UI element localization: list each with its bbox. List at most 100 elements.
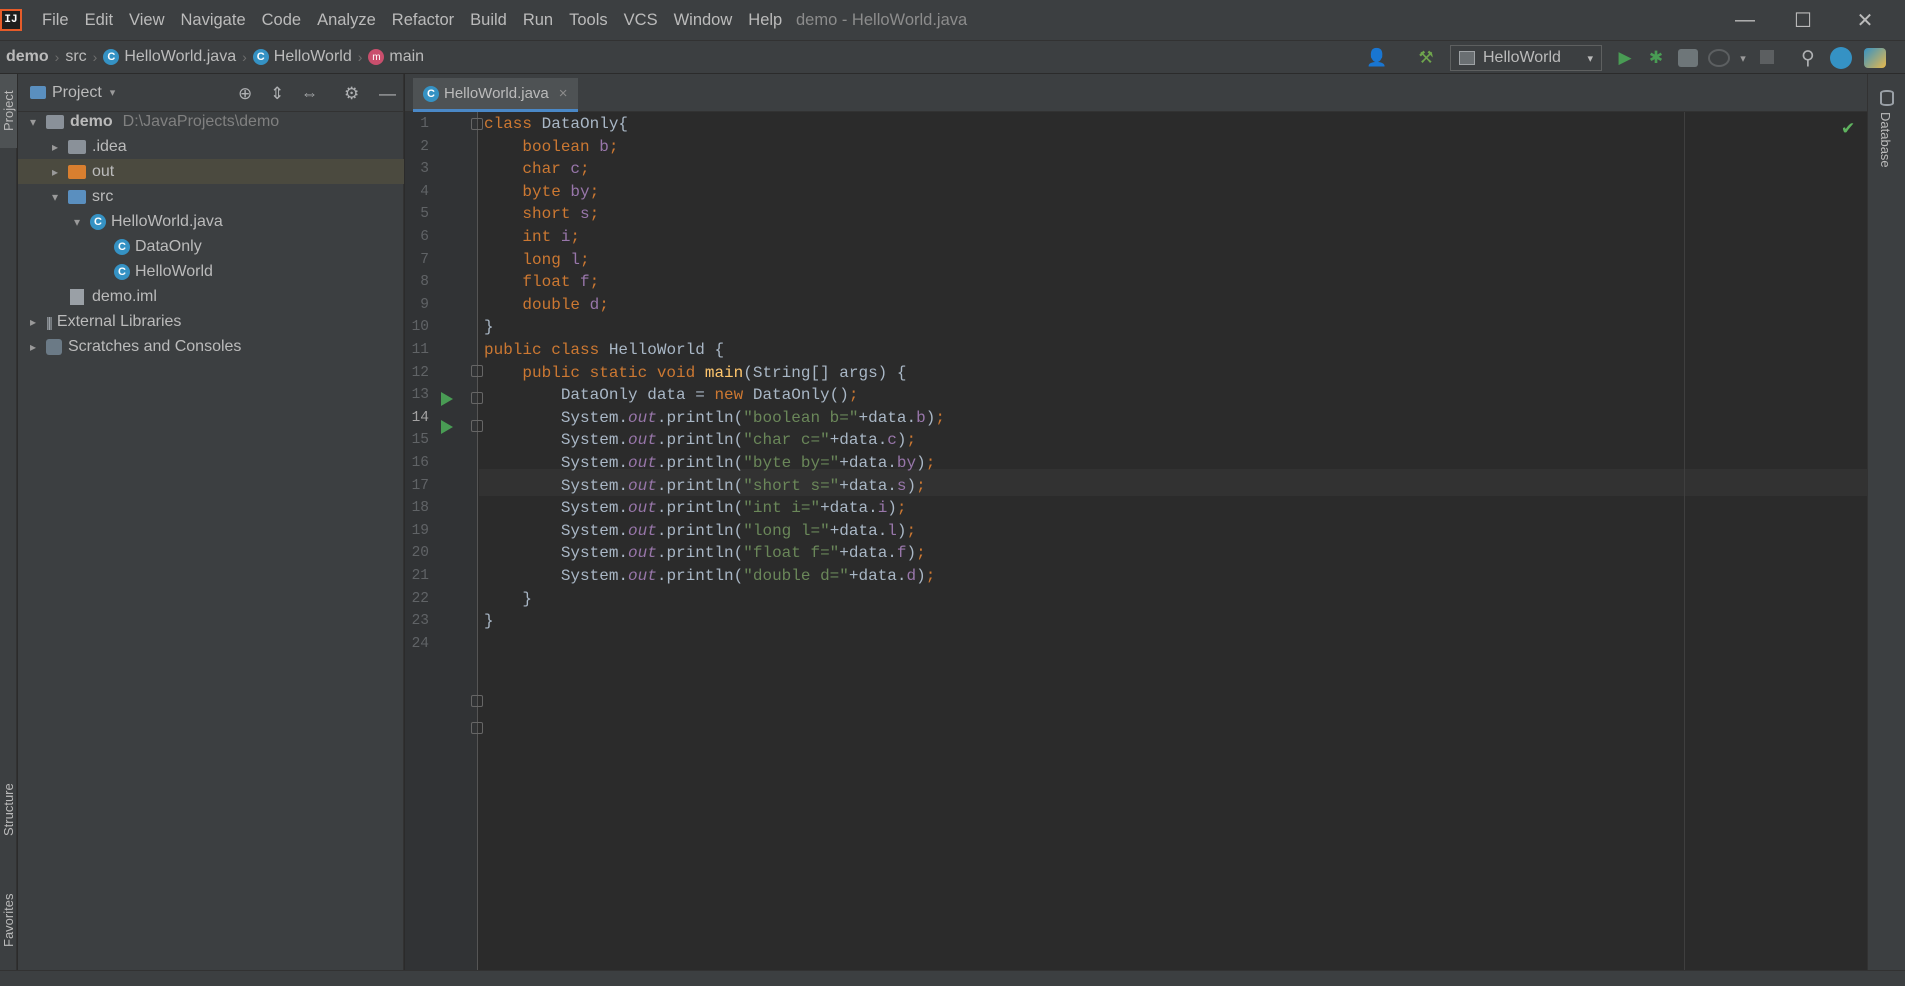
code-token: +data. (829, 521, 888, 540)
menu-tools[interactable]: Tools (561, 0, 616, 40)
maximize-button[interactable]: ☐ (1774, 0, 1832, 40)
chevron-down-icon[interactable]: ▾ (110, 86, 116, 99)
chevron-down-icon[interactable]: ▾ (26, 115, 40, 129)
code-token: i (877, 499, 888, 518)
fold-marker-icon[interactable] (471, 420, 483, 432)
code-token: b (599, 137, 609, 156)
coverage-icon[interactable] (1678, 49, 1698, 67)
code-token: System. (484, 499, 629, 518)
line-number: 7 (420, 251, 429, 268)
menu-navigate[interactable]: Navigate (173, 0, 254, 40)
line-number: 19 (411, 522, 429, 539)
debug-icon[interactable]: ✱ (1645, 48, 1667, 68)
line-number: 10 (411, 319, 429, 336)
run-configuration-select[interactable]: HelloWorld ▾ (1450, 45, 1602, 71)
chevron-right-icon[interactable]: ▸ (48, 165, 62, 179)
code-token: System. (484, 544, 629, 563)
code-token: "float f=" (743, 544, 840, 563)
tree-item-demo[interactable]: ▾ demo D:\JavaProjects\demo (18, 109, 404, 134)
code-token: b (916, 408, 926, 427)
breadcrumb-file[interactable]: HelloWorld.java (124, 48, 236, 66)
code-token: "short s=" (743, 476, 840, 495)
menu-code[interactable]: Code (254, 0, 309, 40)
code-token: byte (484, 182, 571, 201)
tool-window-tab-favorites[interactable]: Favorites (0, 880, 17, 960)
fold-marker-icon[interactable] (471, 392, 483, 404)
menu-analyze[interactable]: Analyze (309, 0, 384, 40)
line-number: 1 (420, 116, 429, 132)
tree-item-scratches[interactable]: ▸ Scratches and Consoles (18, 334, 404, 359)
build-hammer-icon[interactable]: ⚒ (1415, 48, 1437, 68)
tool-window-tab-project[interactable]: Project (0, 74, 17, 148)
code-token: ; (580, 250, 590, 269)
chevron-down-icon[interactable]: ▾ (48, 190, 62, 204)
inspection-ok-icon[interactable]: ✔ (1841, 119, 1855, 139)
tree-item-helloworld-java[interactable]: ▾ C HelloWorld.java (18, 209, 404, 234)
minimize-button[interactable]: — (1716, 0, 1774, 40)
expand-all-icon[interactable]: ⇕ (270, 84, 284, 104)
tool-window-tab-structure[interactable]: Structure (0, 770, 17, 850)
code-token: } (484, 589, 533, 608)
stop-icon (1760, 50, 1774, 64)
menu-view[interactable]: View (121, 0, 172, 40)
fold-marker-icon[interactable] (471, 695, 483, 707)
chevron-right-icon[interactable]: ▸ (48, 140, 62, 154)
editor-tab-helloworld-java[interactable]: C HelloWorld.java × (413, 78, 578, 112)
profile-icon (1708, 49, 1730, 67)
fold-marker-icon[interactable] (471, 118, 483, 130)
menu-help[interactable]: Help (740, 0, 790, 40)
menu-edit[interactable]: Edit (77, 0, 121, 40)
code-token: ) (896, 431, 907, 450)
tree-item-demo-iml[interactable]: demo.iml (18, 284, 404, 309)
gear-icon[interactable]: ⚙ (344, 84, 359, 104)
fold-marker-icon[interactable] (471, 722, 483, 734)
menu-window[interactable]: Window (666, 0, 741, 40)
toolbox-icon[interactable] (1864, 48, 1886, 68)
code-token: +data. (829, 431, 888, 450)
menu-vcs[interactable]: VCS (616, 0, 666, 40)
close-window-button[interactable]: ✕ (1836, 0, 1894, 40)
right-margin-guide (1684, 112, 1685, 970)
code-token: boolean (484, 137, 600, 156)
fold-marker-icon[interactable] (471, 365, 483, 377)
menu-run[interactable]: Run (515, 0, 561, 40)
run-gutter-icon[interactable] (441, 420, 453, 434)
code-token: System. (484, 567, 629, 585)
user-icon[interactable]: 👤 (1362, 48, 1392, 68)
menu-build[interactable]: Build (462, 0, 515, 40)
tree-item-out[interactable]: ▸ out (18, 159, 404, 184)
run-icon[interactable]: ▶ (1614, 48, 1636, 68)
tree-item-external-libraries[interactable]: ▸ ||| External Libraries (18, 309, 404, 334)
locate-file-icon[interactable]: ⊕ (238, 84, 252, 104)
tree-item-helloworld-class[interactable]: C HelloWorld (18, 259, 404, 284)
code-token: .println( (656, 408, 744, 427)
code-token: ; (896, 499, 907, 518)
tree-item-label: DataOnly (135, 237, 202, 255)
java-class-icon: C (114, 263, 130, 280)
update-icon[interactable] (1830, 47, 1852, 69)
menu-file[interactable]: File (34, 0, 77, 40)
chevron-right-icon[interactable]: ▸ (26, 340, 40, 354)
chevron-down-icon[interactable]: ▾ (70, 215, 84, 229)
tool-window-tab-database[interactable]: Database (1878, 112, 1893, 168)
collapse-all-icon[interactable]: ⇔ (301, 84, 318, 104)
chevron-right-icon[interactable]: ▸ (26, 315, 40, 329)
breadcrumb-class[interactable]: HelloWorld (274, 48, 352, 66)
tree-item-src[interactable]: ▾ src (18, 184, 404, 209)
tree-item-idea[interactable]: ▸ .idea (18, 134, 404, 159)
breadcrumb-src[interactable]: src (65, 48, 86, 66)
tree-item-dataonly[interactable]: C DataOnly (18, 234, 404, 259)
code-token: public static void (484, 363, 705, 382)
close-tab-icon[interactable]: × (559, 85, 568, 102)
project-view-select[interactable]: Project (52, 84, 102, 102)
hide-panel-icon[interactable]: — (379, 84, 396, 104)
menu-refactor[interactable]: Refactor (384, 0, 462, 40)
source-folder-icon (68, 189, 86, 204)
breadcrumb-method[interactable]: main (389, 48, 424, 66)
chevron-down-icon[interactable]: ▾ (1736, 48, 1750, 68)
breadcrumb-project[interactable]: demo (6, 48, 49, 66)
search-icon[interactable]: ⚲ (1797, 48, 1819, 69)
library-icon: ||| (46, 313, 53, 330)
run-gutter-icon[interactable] (441, 392, 453, 406)
breadcrumb-separator-icon: › (92, 49, 98, 65)
